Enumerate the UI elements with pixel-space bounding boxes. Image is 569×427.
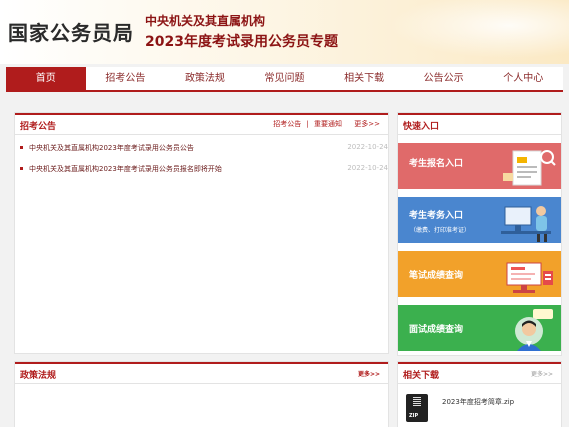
computer-desk-icon [501, 206, 551, 242]
header-decoration [369, 0, 569, 64]
interview-score-entry-button[interactable]: 面试成绩查询 [398, 305, 561, 351]
nav-item-announcements[interactable]: 招考公告 [86, 67, 166, 90]
site-header: 国家公务员局 中央机关及其直属机构 2023年度考试录用公务员专题 [0, 0, 569, 64]
policy-title: 政策法规 [20, 371, 57, 381]
announcements-header-links: 招考公告 | 重要通知 更多>> [270, 119, 380, 129]
registration-entry-label: 考生报名入口 [409, 159, 464, 169]
link-announcements[interactable]: 招考公告 [273, 120, 301, 128]
list-item[interactable]: 中央机关及其直属机构2023年度考试录用公务员报名即将开始 2022-10-24 [20, 164, 388, 176]
exam-affairs-entry-button[interactable]: 考生考务入口 （缴费、打印准考证） [398, 197, 561, 243]
policy-header: 政策法规 更多>> [15, 362, 388, 384]
notice-date: 2022-10-24 [347, 164, 388, 172]
bullet-icon [20, 146, 23, 149]
interview-person-icon [515, 309, 553, 351]
link-important-notices[interactable]: 重要通知 [314, 120, 342, 128]
notice-date: 2022-10-24 [347, 143, 388, 151]
interview-score-entry-label: 面试成绩查询 [409, 325, 464, 335]
quick-entry-header: 快速入口 [398, 113, 561, 135]
policy-panel: 政策法规 更多>> [14, 361, 389, 427]
bullet-icon [20, 167, 23, 170]
download-file-name[interactable]: 2023年度招考简章.zip [442, 397, 514, 407]
notice-title[interactable]: 中央机关及其直属机构2023年度考试录用公务员公告 [29, 143, 194, 153]
policy-more-link[interactable]: 更多>> [358, 369, 380, 378]
registration-form-icon [503, 150, 556, 186]
written-score-entry-label: 笔试成绩查询 [409, 271, 464, 281]
main-nav: 首页 招考公告 政策法规 常见问题 相关下载 公告公示 个人中心 [6, 67, 563, 92]
quick-entry-title: 快速入口 [403, 122, 440, 132]
nav-item-personal-center[interactable]: 个人中心 [483, 67, 563, 90]
announcements-panel: 招考公告 招考公告 | 重要通知 更多>> 中央机关及其直属机构2023年度考试… [14, 112, 389, 354]
page: 国家公务员局 中央机关及其直属机构 2023年度考试录用公务员专题 首页 招考公… [0, 0, 569, 427]
downloads-more-link[interactable]: 更多>> [531, 369, 553, 378]
list-item[interactable]: 中央机关及其直属机构2023年度考试录用公务员公告 2022-10-24 [20, 143, 388, 155]
nav-item-public-notices[interactable]: 公告公示 [404, 67, 484, 90]
announcements-header: 招考公告 招考公告 | 重要通知 更多>> [15, 113, 388, 135]
written-score-entry-button[interactable]: 笔试成绩查询 [398, 251, 561, 297]
nav-item-home[interactable]: 首页 [6, 67, 86, 90]
nav-item-downloads[interactable]: 相关下载 [324, 67, 404, 90]
header-subtitle-topic: 2023年度考试录用公务员专题 [145, 34, 338, 50]
site-title[interactable]: 国家公务员局 [8, 17, 134, 46]
downloads-header: 相关下载 更多>> [398, 362, 561, 384]
announcements-title: 招考公告 [20, 122, 57, 132]
monitor-document-icon [506, 262, 553, 293]
header-subtitle-org: 中央机关及其直属机构 [145, 14, 266, 28]
zip-zipper-icon [413, 396, 421, 406]
announcements-more-link[interactable]: 更多>> [354, 120, 380, 128]
link-divider: | [306, 120, 309, 128]
zip-badge: ZIP [409, 413, 419, 419]
notice-title[interactable]: 中央机关及其直属机构2023年度考试录用公务员报名即将开始 [29, 164, 222, 174]
download-item[interactable]: ZIP 2023年度招考简章.zip [402, 390, 557, 424]
registration-entry-button[interactable]: 考生报名入口 [398, 143, 561, 189]
downloads-title: 相关下载 [403, 371, 440, 381]
zip-file-icon: ZIP [406, 394, 428, 422]
exam-affairs-entry-label: 考生考务入口 [409, 211, 464, 221]
exam-affairs-entry-sublabel: （缴费、打印准考证） [410, 227, 471, 234]
nav-item-faq[interactable]: 常见问题 [245, 67, 325, 90]
nav-item-policy[interactable]: 政策法规 [165, 67, 245, 90]
